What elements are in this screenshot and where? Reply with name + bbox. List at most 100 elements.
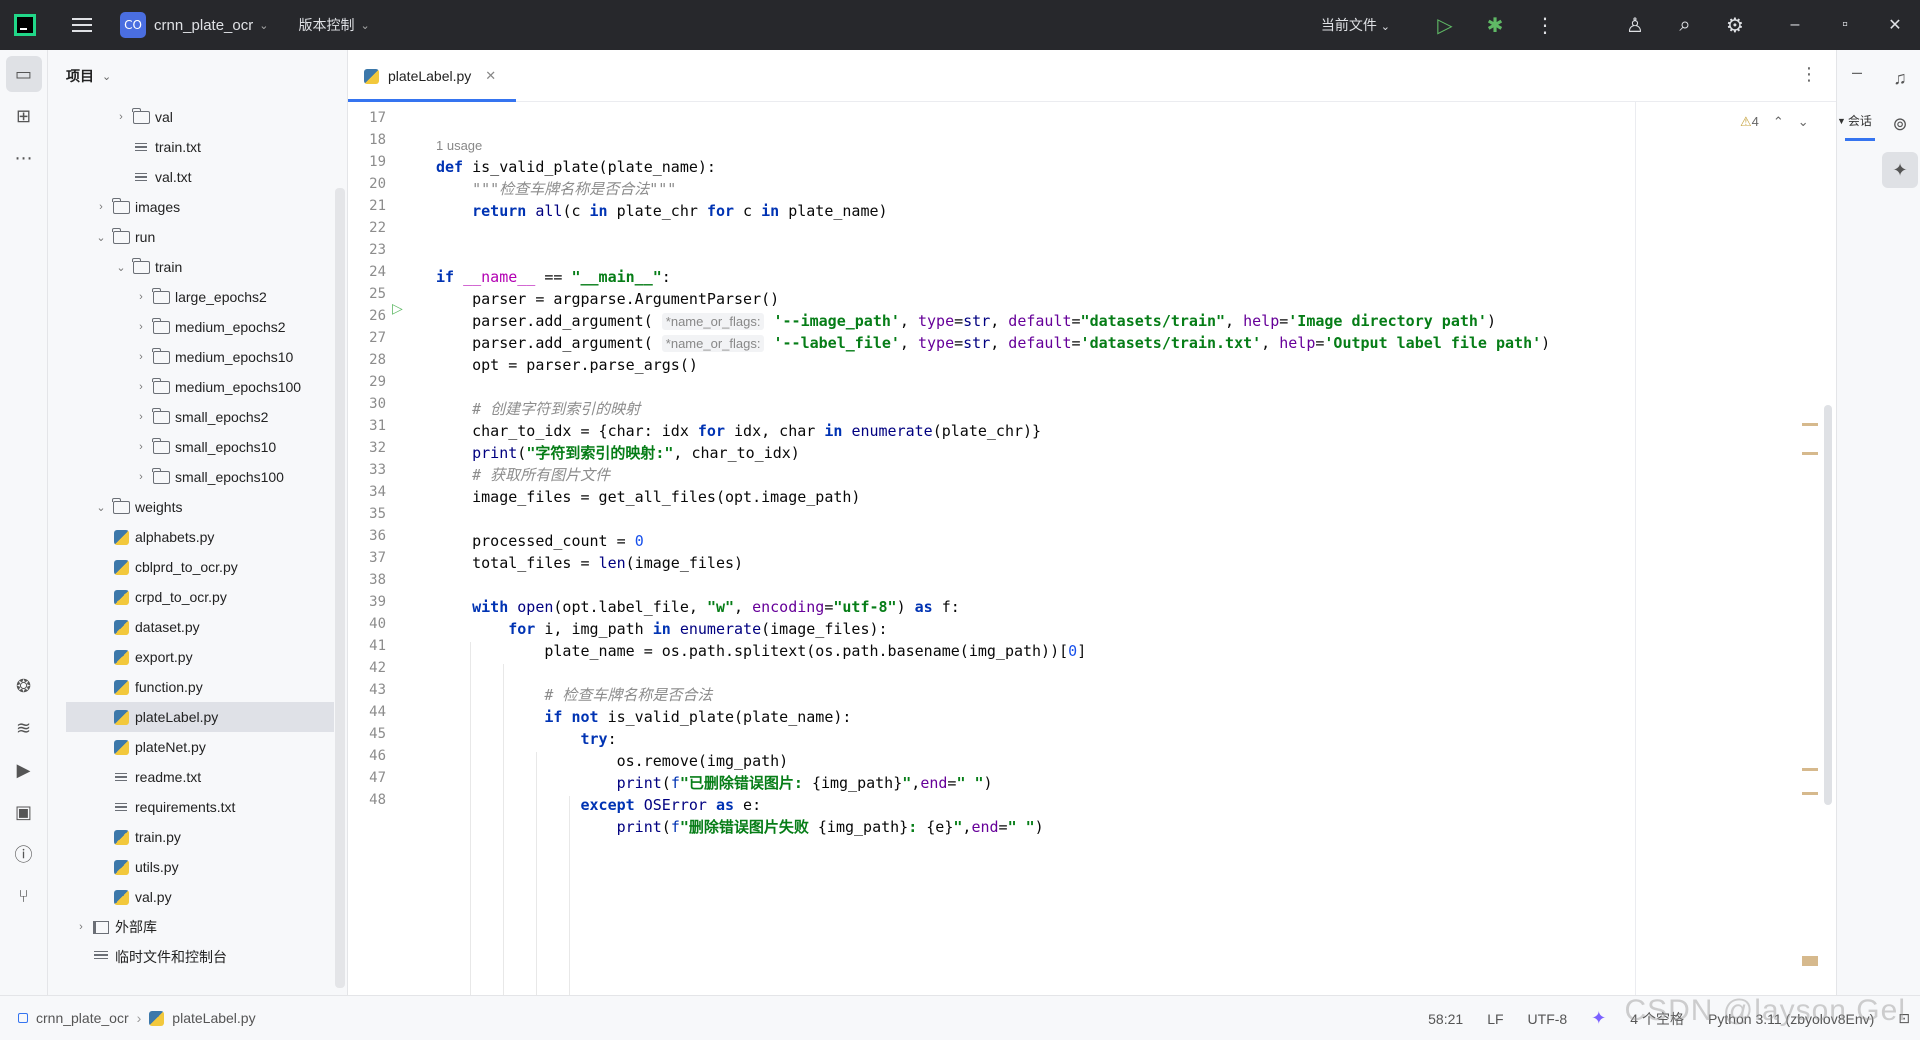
chevron-right-icon[interactable]: ›	[134, 321, 148, 333]
line-number: 25	[369, 286, 386, 302]
add-user-icon[interactable]: ♙	[1610, 0, 1660, 50]
chevron-down-icon[interactable]: ⌄	[360, 19, 369, 32]
tab-platelabel[interactable]: plateLabel.py ✕	[348, 50, 516, 102]
tree-item[interactable]: › val	[48, 102, 334, 132]
next-highlight-icon[interactable]: ⌄	[1798, 114, 1809, 130]
tree-item[interactable]: requirements.txt	[48, 792, 334, 822]
chevron-down-icon[interactable]: ⌄	[102, 70, 111, 83]
tree-item[interactable]: crpd_to_ocr.py	[48, 582, 334, 612]
chevron-down-icon[interactable]: ⌄	[114, 261, 128, 274]
file-encoding[interactable]: UTF-8	[1528, 1011, 1568, 1027]
project-scrollbar[interactable]	[335, 188, 345, 988]
tree-item[interactable]: val.py	[48, 882, 334, 912]
debug-icon[interactable]: ✱	[1470, 0, 1520, 50]
restore-icon[interactable]: ▫	[1820, 0, 1870, 50]
session-tab[interactable]: ▼ 会话	[1837, 112, 1872, 129]
tree-item[interactable]: ⌄ run	[48, 222, 334, 252]
tree-item[interactable]: function.py	[48, 672, 334, 702]
tree-item[interactable]: dataset.py	[48, 612, 334, 642]
run-gutter-icon[interactable]: ▷	[392, 300, 403, 317]
chevron-right-icon[interactable]: ›	[94, 201, 108, 213]
editor-scrollbar[interactable]	[1824, 405, 1832, 805]
tree-item[interactable]: 临时文件和控制台	[48, 942, 334, 972]
structure-tool-icon[interactable]: ⊞	[6, 98, 42, 134]
tree-item[interactable]: › small_epochs100	[48, 462, 334, 492]
settings-icon[interactable]: ⚙	[1710, 0, 1760, 50]
tree-item[interactable]: › medium_epochs100	[48, 372, 334, 402]
tree-item[interactable]: train.txt	[48, 132, 334, 162]
ai-status-icon[interactable]: ✦	[1591, 1008, 1606, 1029]
chevron-right-icon[interactable]: ›	[134, 441, 148, 453]
scroll-marker[interactable]	[1802, 956, 1818, 966]
collapse-icon[interactable]: –	[1839, 62, 1875, 83]
terminal-icon[interactable]: ▣	[6, 794, 42, 830]
chevron-right-icon[interactable]: ›	[74, 921, 88, 933]
chevron-right-icon[interactable]: ›	[134, 381, 148, 393]
tree-item[interactable]: › images	[48, 192, 334, 222]
chevron-right-icon[interactable]: ›	[134, 291, 148, 303]
layers-icon[interactable]: ≋	[6, 710, 42, 746]
more-icon[interactable]: ⋮	[1800, 64, 1818, 85]
more-tools-icon[interactable]: ⋯	[6, 140, 42, 176]
tree-item[interactable]: › 外部库	[48, 912, 334, 942]
tree-item[interactable]: ⌄ weights	[48, 492, 334, 522]
run-icon[interactable]: ▷	[1420, 0, 1470, 50]
tree-item-label: readme.txt	[135, 769, 202, 785]
chevron-down-icon[interactable]: ⌄	[94, 231, 108, 244]
tree-item[interactable]: val.txt	[48, 162, 334, 192]
tree-item[interactable]: train.py	[48, 822, 334, 852]
run-config-selector[interactable]: 当前文件 ⌄	[1321, 15, 1390, 35]
scroll-marker[interactable]	[1802, 768, 1818, 771]
chevron-right-icon[interactable]: ›	[134, 351, 148, 363]
tree-item[interactable]: plateNet.py	[48, 732, 334, 762]
scroll-marker[interactable]	[1802, 423, 1818, 426]
vcs-menu[interactable]: 版本控制	[298, 15, 354, 35]
git-icon[interactable]: ⑂	[6, 878, 42, 914]
tree-item[interactable]: plateLabel.py	[66, 702, 334, 732]
tree-item[interactable]: › medium_epochs2	[48, 312, 334, 342]
inspection-widget[interactable]: ⚠4 ⌃ ⌄	[1740, 114, 1809, 130]
prev-highlight-icon[interactable]: ⌃	[1773, 114, 1784, 130]
code-area[interactable]: 1 usage def is_valid_plate(plate_name): …	[436, 102, 1626, 995]
project-badge[interactable]: CO	[120, 12, 146, 38]
python-console-icon[interactable]: ❂	[6, 668, 42, 704]
tree-item[interactable]: export.py	[48, 642, 334, 672]
scroll-marker[interactable]	[1802, 792, 1818, 795]
breadcrumb-project[interactable]: crnn_plate_ocr	[36, 1010, 129, 1026]
notifications-icon[interactable]: ♫	[1882, 60, 1918, 96]
caret-position[interactable]: 58:21	[1428, 1011, 1463, 1027]
chevron-right-icon[interactable]: ›	[134, 411, 148, 423]
breadcrumb-file[interactable]: plateLabel.py	[172, 1010, 255, 1026]
problems-icon[interactable]: ⓘ	[6, 836, 42, 872]
scroll-marker[interactable]	[1802, 452, 1818, 455]
project-panel-header[interactable]: 项目 ⌄	[48, 50, 347, 102]
tree-item[interactable]: readme.txt	[48, 762, 334, 792]
more-icon[interactable]: ⋮	[1520, 0, 1570, 50]
project-tool-icon[interactable]: ▭	[5, 56, 42, 92]
chevron-down-icon[interactable]: ⌄	[94, 501, 108, 514]
project-switcher[interactable]: crnn_plate_ocr	[154, 17, 253, 34]
services-icon[interactable]: ▶	[6, 752, 42, 788]
tree-item[interactable]: › small_epochs2	[48, 402, 334, 432]
close-icon[interactable]: ✕	[1870, 0, 1920, 50]
minimize-icon[interactable]: –	[1770, 0, 1820, 50]
usage-hint[interactable]: 1 usage	[436, 138, 482, 153]
tree-item[interactable]: › medium_epochs10	[48, 342, 334, 372]
tree-item[interactable]: alphabets.py	[48, 522, 334, 552]
ai-assistant-icon[interactable]: ⊚	[1882, 106, 1918, 142]
tree-item[interactable]: cblprd_to_ocr.py	[48, 552, 334, 582]
text-file-icon	[112, 770, 130, 784]
line-separator[interactable]: LF	[1487, 1011, 1503, 1027]
main-menu-icon[interactable]	[72, 18, 92, 32]
chevron-right-icon[interactable]: ›	[134, 471, 148, 483]
search-icon[interactable]: ⌕	[1660, 0, 1710, 50]
tree-item[interactable]: utils.py	[48, 852, 334, 882]
python-file-icon	[149, 1010, 165, 1026]
close-tab-icon[interactable]: ✕	[485, 68, 496, 84]
chevron-down-icon[interactable]: ⌄	[259, 19, 268, 32]
tree-item[interactable]: ⌄ train	[48, 252, 334, 282]
plugin-icon[interactable]: ✦	[1882, 152, 1918, 188]
tree-item[interactable]: › small_epochs10	[48, 432, 334, 462]
chevron-right-icon[interactable]: ›	[114, 111, 128, 123]
tree-item[interactable]: › large_epochs2	[48, 282, 334, 312]
